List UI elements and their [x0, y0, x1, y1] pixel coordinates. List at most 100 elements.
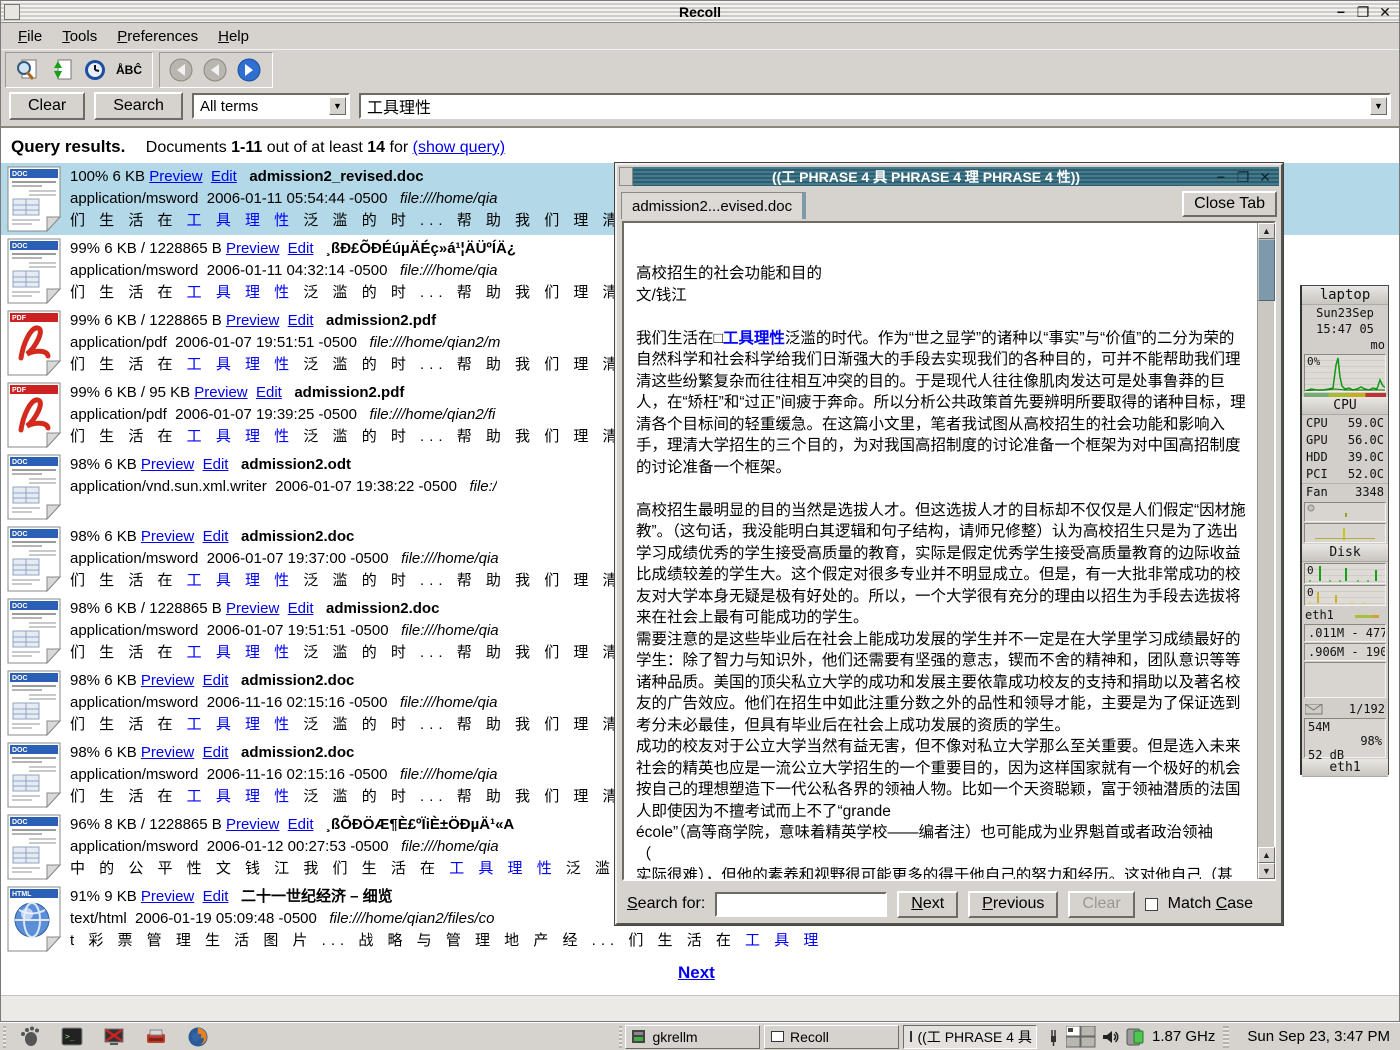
temp-row: CPU59.0C: [1302, 415, 1388, 432]
doc-file-icon[interactable]: DOC: [7, 670, 61, 736]
edit-link[interactable]: Edit: [288, 240, 314, 257]
gnome-foot-icon[interactable]: [19, 1024, 41, 1050]
match-case-checkbox[interactable]: [1145, 898, 1158, 911]
preview-link[interactable]: Preview: [226, 240, 279, 257]
tasklist-handle[interactable]: [619, 1026, 622, 1048]
result-date: 2006-01-11 05:54:44 -0500: [207, 190, 388, 207]
preview-link[interactable]: Preview: [226, 816, 279, 833]
doc-file-icon[interactable]: DOC: [7, 238, 61, 304]
edit-link[interactable]: Edit: [211, 168, 237, 185]
edit-link[interactable]: Edit: [288, 312, 314, 329]
query-history-chevron-icon[interactable]: ▼: [1370, 97, 1387, 115]
typewriter-icon[interactable]: [145, 1024, 167, 1050]
doc-file-icon[interactable]: DOC: [7, 814, 61, 880]
gkrellm-monitor[interactable]: laptop Sun23Sep 15:47 05 mo 0% CPU CPU59…: [1300, 285, 1389, 775]
preview-maximize-button[interactable]: ❐: [1235, 169, 1251, 185]
result-filename: 二十一世纪经济 – 细览: [241, 888, 393, 905]
disk-chart-2[interactable]: 0: [1304, 585, 1386, 606]
find-input[interactable]: [715, 892, 887, 917]
clock-handle[interactable]: [1223, 1026, 1229, 1048]
terminal-icon[interactable]: >_: [61, 1024, 83, 1050]
scroll-down-icon[interactable]: ▼: [1258, 863, 1275, 879]
preview-link[interactable]: Preview: [141, 672, 194, 689]
preview-close-button[interactable]: ✕: [1257, 169, 1273, 185]
prev-page-icon[interactable]: [200, 55, 230, 85]
preview-scrollbar[interactable]: ▲ ▲ ▼: [1257, 223, 1274, 879]
search-bar: Clear Search All terms ▼ 工具理性 ▼: [1, 89, 1399, 123]
main-titlebar[interactable]: Recoll − ❐ ✕: [1, 1, 1399, 23]
cpu-frequency-icon[interactable]: [1125, 1027, 1147, 1047]
search-button[interactable]: Search: [94, 92, 183, 120]
show-query-link[interactable]: (show query): [413, 139, 505, 156]
lock-screen-icon[interactable]: [103, 1024, 125, 1050]
taskbar-button-recoll[interactable]: Recoll: [764, 1025, 899, 1049]
sort-icon[interactable]: [46, 55, 76, 85]
power-plug-icon[interactable]: [1045, 1027, 1061, 1047]
workspace-switcher[interactable]: [1066, 1026, 1096, 1048]
scroll-up2-icon[interactable]: ▲: [1258, 847, 1275, 863]
preview-link[interactable]: Preview: [149, 168, 202, 185]
panel-handle[interactable]: [3, 1026, 6, 1048]
doc-file-icon[interactable]: DOC: [7, 598, 61, 664]
preview-titlebar[interactable]: ((工 PHRASE 4 具 PHRASE 4 理 PHRASE 4 性)) −…: [633, 167, 1279, 186]
taskbar-button-preview[interactable]: ((工 PHRASE 4 具 PHRASE ...: [903, 1025, 1038, 1049]
find-clear-button[interactable]: Clear: [1068, 891, 1134, 918]
edit-link[interactable]: Edit: [256, 384, 282, 401]
first-page-icon[interactable]: [166, 55, 196, 85]
volume-icon[interactable]: [1101, 1028, 1120, 1046]
advanced-search-icon[interactable]: [12, 55, 42, 85]
edit-link[interactable]: Edit: [203, 888, 229, 905]
pdf-file-icon[interactable]: PDF: [7, 382, 61, 448]
edit-link[interactable]: Edit: [203, 744, 229, 761]
doc-file-icon[interactable]: DOC: [7, 526, 61, 592]
maximize-button[interactable]: ❐: [1355, 4, 1371, 20]
firefox-icon[interactable]: [187, 1024, 209, 1050]
search-mode-select[interactable]: All terms ▼: [192, 93, 350, 119]
doc-file-icon[interactable]: DOC: [7, 742, 61, 808]
edit-link[interactable]: Edit: [203, 456, 229, 473]
find-next-button[interactable]: Next: [897, 891, 958, 918]
html-file-icon[interactable]: HTML: [7, 886, 61, 952]
preview-link[interactable]: Preview: [141, 744, 194, 761]
close-tab-button[interactable]: Close Tab: [1182, 191, 1277, 217]
preview-minimize-button[interactable]: −: [1213, 169, 1229, 185]
menu-preferences[interactable]: Preferences: [108, 26, 207, 48]
preview-link[interactable]: Preview: [141, 528, 194, 545]
chevron-down-icon[interactable]: ▼: [329, 97, 346, 115]
menu-file[interactable]: File: [9, 26, 51, 48]
preview-link[interactable]: Preview: [226, 312, 279, 329]
relevance-percent: 98%: [70, 456, 100, 473]
edit-link[interactable]: Edit: [203, 672, 229, 689]
query-input[interactable]: 工具理性 ▼: [359, 93, 1391, 119]
doc-file-icon[interactable]: DOC: [7, 166, 61, 232]
scroll-up-icon[interactable]: ▲: [1258, 223, 1275, 239]
preview-tab[interactable]: admission2...evised.doc: [621, 192, 806, 219]
svg-text:DOC: DOC: [12, 459, 28, 466]
mail-row[interactable]: 1/192: [1302, 701, 1388, 717]
find-previous-button[interactable]: Previous: [968, 891, 1058, 918]
menu-help[interactable]: Help: [209, 26, 258, 48]
preview-link[interactable]: Preview: [141, 888, 194, 905]
pdf-file-icon[interactable]: PDF: [7, 310, 61, 376]
menu-tools[interactable]: Tools: [53, 26, 106, 48]
doc-file-icon[interactable]: DOC: [7, 454, 61, 520]
taskbar-button-gkrellm[interactable]: gkrellm: [625, 1025, 760, 1049]
edit-link[interactable]: Edit: [203, 528, 229, 545]
disk-chart-1[interactable]: 0: [1304, 563, 1386, 584]
minimize-button[interactable]: −: [1333, 4, 1349, 20]
next-page-icon[interactable]: [234, 55, 264, 85]
next-page-link[interactable]: Next: [678, 963, 715, 983]
scrollbar-thumb[interactable]: [1258, 239, 1275, 301]
cpu-chart[interactable]: 0%: [1304, 354, 1386, 392]
term-explorer-icon[interactable]: ÅBĈ: [114, 55, 144, 85]
clear-button[interactable]: Clear: [9, 92, 85, 120]
preview-link[interactable]: Preview: [194, 384, 247, 401]
close-button[interactable]: ✕: [1377, 4, 1393, 20]
preview-link[interactable]: Preview: [141, 456, 194, 473]
history-clock-icon[interactable]: [80, 55, 110, 85]
edit-link[interactable]: Edit: [288, 816, 314, 833]
preview-window-menu-icon[interactable]: [619, 167, 633, 186]
edit-link[interactable]: Edit: [288, 600, 314, 617]
preview-link[interactable]: Preview: [226, 600, 279, 617]
preview-text-area[interactable]: 高校招生的社会功能和目的 文/钱江 我们生活在□工具理性泛滥的时代。作为“世之显…: [622, 221, 1276, 881]
